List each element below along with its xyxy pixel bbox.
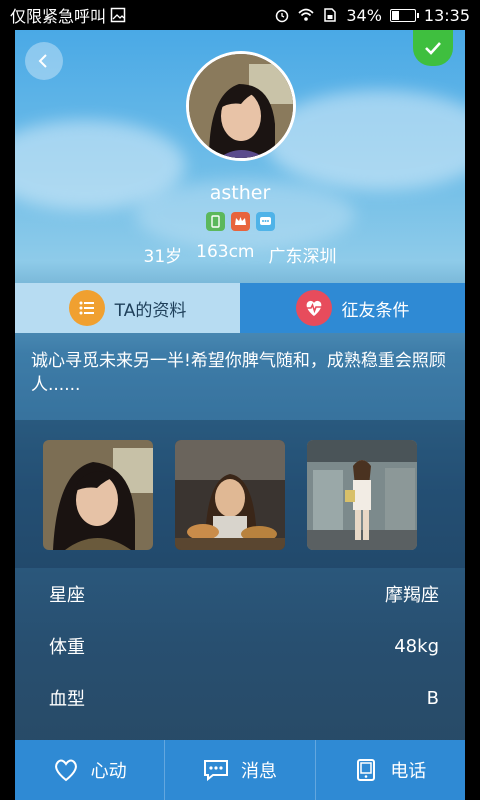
intro-text: 诚心寻觅未来另一半!希望你脾气随和，成熟稳重会照顾人......: [15, 333, 465, 420]
badge-row: [15, 212, 465, 231]
phone-icon: [357, 759, 376, 781]
heart-icon: [54, 759, 77, 782]
avatar-photo: [189, 54, 293, 158]
profile-details: 星座 摩羯座 体重 48kg 血型 B: [15, 568, 465, 724]
left-margin: [0, 30, 15, 800]
detail-label: 星座: [49, 585, 85, 606]
list-icon: [68, 290, 105, 326]
call-button[interactable]: 电话: [316, 740, 465, 800]
like-button[interactable]: 心动: [15, 740, 166, 800]
carrier-text: 仅限紧急呼叫: [10, 7, 107, 26]
back-button[interactable]: [25, 42, 63, 80]
battery-icon: [389, 8, 419, 22]
alarm-icon: [276, 9, 289, 23]
detail-label: 体重: [49, 637, 85, 658]
chat-icon: [203, 760, 228, 782]
status-bar: 仅限紧急呼叫 34% 13:35: [0, 0, 480, 30]
tab-profile-info[interactable]: TA的资料: [15, 283, 240, 333]
height-text: 163cm: [196, 242, 255, 262]
battery-percent: 34%: [346, 5, 382, 25]
tab-partner-criteria[interactable]: 征友条件: [240, 283, 465, 333]
message-button-label: 消息: [240, 761, 277, 782]
confirm-button[interactable]: [413, 30, 453, 66]
message-button[interactable]: 消息: [165, 740, 316, 800]
detail-row-zodiac: 星座 摩羯座: [15, 568, 465, 620]
chevron-left-icon: [38, 54, 47, 68]
sim-icon: [324, 8, 337, 22]
right-margin: [465, 30, 480, 800]
tab-profile-info-label: TA的资料: [114, 300, 187, 321]
image-icon: [110, 7, 126, 23]
tab-partner-criteria-label: 征友条件: [341, 300, 410, 321]
photo-gallery: [15, 420, 465, 568]
message-badge-icon: [255, 212, 275, 231]
call-button-label: 电话: [390, 761, 427, 782]
heart-pulse-icon: [295, 290, 332, 326]
age-text: 31岁: [143, 247, 183, 267]
wifi-icon: [298, 8, 314, 21]
photo-thumbnail[interactable]: [43, 440, 153, 550]
username: asther: [209, 182, 271, 204]
profile-meta: 31岁 163cm 广东深圳: [15, 242, 465, 267]
photo-thumbnail[interactable]: [175, 440, 285, 550]
check-icon: [425, 42, 441, 55]
photo-thumbnail[interactable]: [307, 440, 417, 550]
profile-header: asther 31岁 163cm 广东深圳: [15, 30, 465, 283]
clock: 13:35: [423, 5, 470, 25]
location-text: 广东深圳: [268, 247, 337, 267]
like-button-label: 心动: [90, 761, 127, 782]
detail-label: 血型: [49, 689, 85, 710]
profile-tabs: TA的资料 征友条件: [15, 283, 465, 333]
action-bar: 心动 消息 电话: [15, 740, 465, 800]
vip-crown-icon: [230, 212, 250, 231]
verified-phone-icon: [205, 212, 225, 231]
detail-value: 摩羯座: [385, 585, 439, 606]
detail-value: B: [426, 687, 439, 709]
detail-row-weight: 体重 48kg: [15, 620, 465, 672]
avatar[interactable]: [186, 51, 296, 161]
detail-row-blood-type: 血型 B: [15, 672, 465, 724]
profile-page: asther 31岁 163cm 广东深圳 TA的资料 征友条件 诚心寻觅未来另…: [15, 30, 465, 800]
detail-value: 48kg: [394, 635, 439, 657]
